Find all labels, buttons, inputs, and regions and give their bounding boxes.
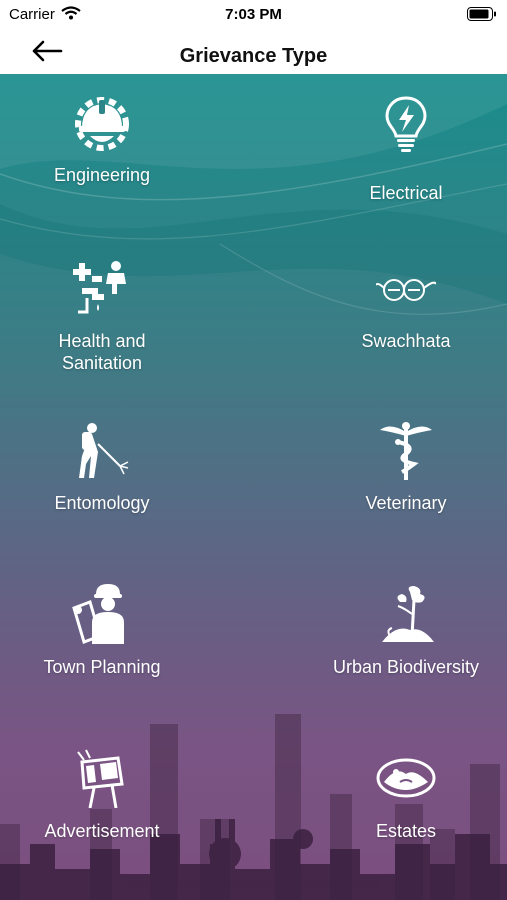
tile-town-planning[interactable]: Town Planning — [2, 584, 202, 724]
health-sanitation-icon — [73, 261, 126, 314]
tree-icon — [382, 586, 434, 642]
tile-estates[interactable]: Estates — [306, 748, 506, 888]
tile-label-text: Health and Sanitation — [58, 331, 146, 373]
page-title: Grievance Type — [179, 45, 328, 67]
tile-label: Advertisement — [44, 821, 160, 841]
tile-label: Swachhata — [361, 331, 451, 351]
tile-label: Urban Biodiversity — [332, 657, 480, 677]
tile-label: Veterinary — [365, 493, 447, 513]
tile-entomology[interactable]: Entomology — [2, 420, 202, 560]
tile-label: Entomology — [54, 493, 150, 513]
tile-label: Electrical — [369, 183, 443, 203]
tile-urban-biodiversity[interactable]: Urban Biodiversity — [306, 584, 506, 724]
grievance-grid: Engineering Electrical Health and Sanita… — [0, 74, 507, 900]
tile-label: Town Planning — [43, 657, 161, 677]
tile-engineering[interactable]: Engineering — [2, 92, 202, 232]
sprayer-person-icon — [79, 423, 129, 478]
bulb-bolt-icon — [385, 96, 427, 152]
navigation-bar: Grievance Type — [0, 28, 507, 74]
caduceus-icon — [380, 422, 432, 480]
tile-advertisement[interactable]: Advertisement — [2, 748, 202, 888]
tile-health-and-sanitation[interactable]: Health and Sanitation — [2, 258, 202, 398]
helmet-gear-icon — [75, 97, 129, 151]
tile-swachhata[interactable]: Swachhata — [306, 258, 506, 398]
tile-label: Health and Sanitation — [2, 330, 202, 374]
status-time: 7:03 PM — [225, 6, 282, 23]
tile-label: Engineering — [53, 165, 151, 185]
planner-worker-icon — [72, 584, 124, 644]
billboard-icon — [77, 749, 124, 808]
tile-electrical[interactable]: Electrical — [306, 92, 506, 232]
battery-icon — [467, 7, 496, 21]
swachh-glasses-icon — [376, 279, 436, 301]
tile-veterinary[interactable]: Veterinary — [306, 420, 506, 560]
estates-emblem-icon — [376, 758, 436, 798]
tile-label: Estates — [375, 821, 437, 841]
status-bar: Carrier 7:03 PM — [0, 0, 507, 28]
